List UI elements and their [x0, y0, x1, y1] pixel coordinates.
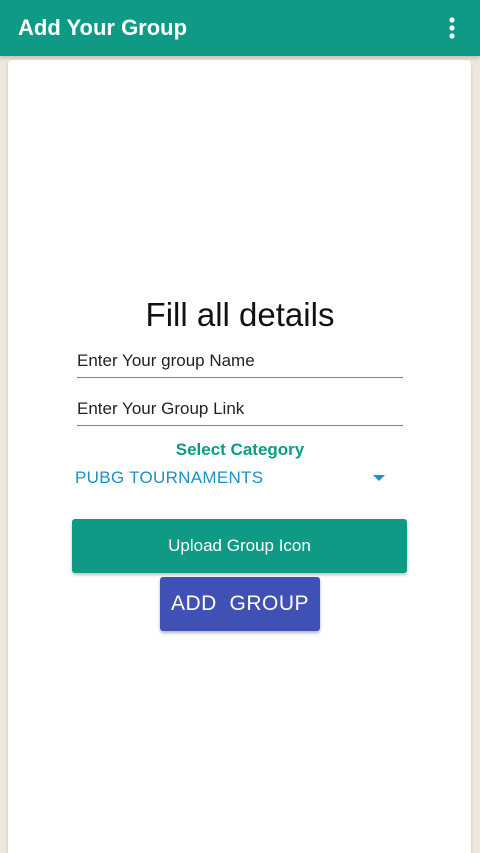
form-heading: Fill all details — [145, 296, 335, 333]
add-group-button[interactable]: ADD GROUP — [160, 577, 320, 631]
group-name-field[interactable] — [77, 348, 403, 378]
group-link-field[interactable] — [77, 396, 403, 426]
app-bar-title: Add Your Group — [18, 15, 188, 40]
app-bar: Add Your Group — [0, 0, 480, 56]
upload-group-icon-button[interactable]: Upload Group Icon — [72, 519, 407, 573]
category-label: Select Category — [175, 440, 305, 459]
category-selected-value: PUBG TOURNAMENTS — [75, 468, 264, 487]
category-spinner[interactable]: PUBG TOURNAMENTS — [75, 464, 391, 492]
more-vert-glyph — [449, 17, 455, 39]
more-vert-icon[interactable] — [440, 16, 464, 40]
dropdown-arrow-icon — [373, 475, 385, 481]
